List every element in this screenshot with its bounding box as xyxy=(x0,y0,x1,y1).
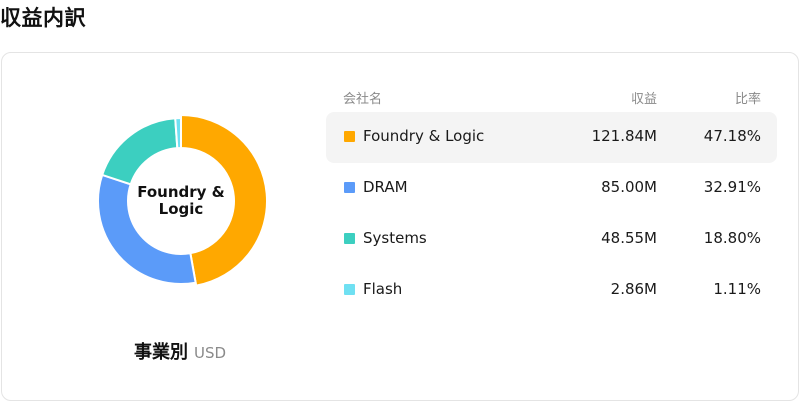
table-body: Foundry & Logic 121.84M 47.18% DRAM 85.00M 32… xyxy=(326,112,777,316)
row-name: DRAM xyxy=(363,178,408,196)
legend-swatch xyxy=(344,233,355,244)
donut-center-text: Foundry & Logic xyxy=(137,183,225,218)
row-value: 121.84M xyxy=(591,127,657,145)
header-ratio: 比率 xyxy=(734,92,761,107)
chart-caption: 事業別 USD xyxy=(2,338,358,364)
row-value: 2.86M xyxy=(610,280,657,298)
row-ratio: 32.91% xyxy=(703,178,761,196)
donut-center-label: Foundry & Logic xyxy=(91,111,271,291)
row-value: 48.55M xyxy=(601,229,657,247)
row-name: Systems xyxy=(363,229,427,247)
donut-chart: Foundry & Logic xyxy=(91,111,271,291)
chart-caption-title: 事業別 xyxy=(133,342,188,363)
row-name: Foundry & Logic xyxy=(363,127,485,145)
legend-swatch xyxy=(344,284,355,295)
revenue-card: Foundry & Logic 事業別 USD 会社名 収益 比率 Foundry… xyxy=(1,52,799,401)
row-ratio: 47.18% xyxy=(703,127,761,145)
legend-swatch xyxy=(344,131,355,142)
legend-swatch xyxy=(344,182,355,193)
table-row[interactable]: Systems 48.55M 18.80% xyxy=(326,214,777,265)
header-value: 収益 xyxy=(630,92,657,107)
row-name: Flash xyxy=(363,280,403,298)
row-ratio: 1.11% xyxy=(713,280,761,298)
header-name: 会社名 xyxy=(343,92,383,107)
row-value: 85.00M xyxy=(601,178,657,196)
table-row[interactable]: DRAM 85.00M 32.91% xyxy=(326,163,777,214)
chart-caption-unit: USD xyxy=(193,344,227,362)
table-row[interactable]: Foundry & Logic 121.84M 47.18% xyxy=(326,112,777,163)
table-header: 会社名 収益 比率 xyxy=(326,82,777,112)
table-row[interactable]: Flash 2.86M 1.11% xyxy=(326,265,777,316)
breakdown-table: 会社名 収益 比率 Foundry & Logic 121.84M 47.18% DR… xyxy=(326,82,777,316)
row-ratio: 18.80% xyxy=(703,229,761,247)
page-title: 収益内訳 xyxy=(0,6,86,30)
